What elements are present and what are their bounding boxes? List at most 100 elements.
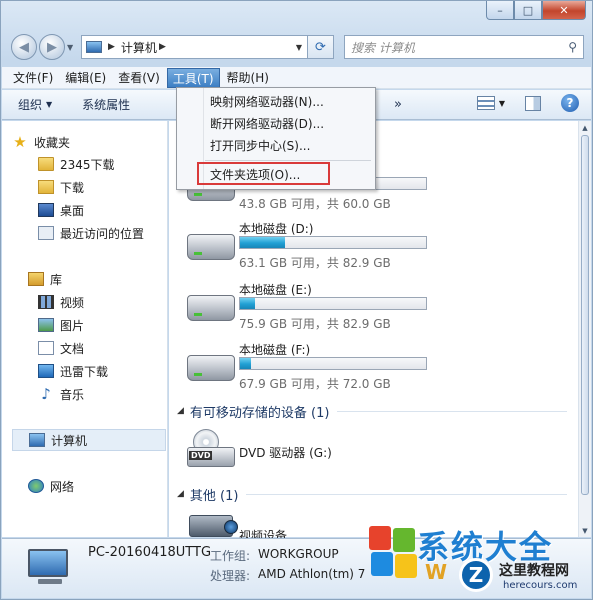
- dvd-drive-icon[interactable]: DVD: [187, 429, 237, 469]
- menu-view[interactable]: 查看(V): [113, 68, 165, 88]
- nav-computer[interactable]: 计算机: [12, 429, 166, 451]
- back-button[interactable]: ◀: [11, 34, 37, 60]
- drive-name: 本地磁盘 (F:): [239, 343, 311, 357]
- collapse-triangle-icon[interactable]: ◢: [177, 406, 184, 416]
- hard-drive-icon: [187, 234, 235, 260]
- drive-usage-bar: [239, 357, 427, 370]
- dvd-label: DVD: [189, 451, 213, 460]
- search-input[interactable]: 搜索 计算机 ⚲: [344, 35, 584, 59]
- drive-usage-fill: [240, 237, 285, 248]
- watermark-z-logo: Z: [459, 558, 493, 592]
- back-arrow-icon: ◀: [19, 39, 29, 55]
- group-other[interactable]: ◢ 其他 (1): [177, 484, 567, 504]
- computer-name: PC-20160418UTTG: [88, 545, 212, 560]
- menu-edit[interactable]: 编辑(E): [60, 68, 111, 88]
- search-placeholder: 搜索 计算机: [351, 40, 415, 55]
- close-button[interactable]: ✕: [542, 1, 586, 20]
- system-properties-label: 系统属性: [82, 98, 131, 112]
- dvd-drive-name[interactable]: DVD 驱动器 (G:): [239, 444, 332, 461]
- drive-usage-bar: [239, 236, 427, 249]
- nav-item-label: 桌面: [60, 203, 85, 218]
- preview-pane-icon[interactable]: [525, 95, 541, 111]
- thunder-download-icon: [38, 364, 54, 378]
- documents-library-icon: [38, 341, 54, 355]
- scroll-up-icon[interactable]: ▲: [579, 121, 591, 134]
- star-icon: ★: [13, 133, 27, 151]
- drive-free-space: 43.8 GB 可用，共 60.0 GB: [239, 197, 391, 211]
- nav-computer-label: 计算机: [51, 433, 88, 448]
- drive-name: 本地磁盘 (E:): [239, 283, 312, 297]
- computer-monitor-icon: [28, 549, 68, 577]
- minimize-button[interactable]: –: [486, 1, 514, 20]
- breadcrumb-computer[interactable]: 计算机: [121, 39, 157, 56]
- organize-button[interactable]: 组织 ▼: [18, 96, 52, 113]
- menu-item-map-network-drive[interactable]: 映射网络驱动器(N)...: [210, 92, 324, 112]
- nav-item-label: 文档: [60, 341, 85, 356]
- forward-arrow-icon: ▶: [47, 39, 57, 55]
- address-bar[interactable]: ▶ 计算机 ▶ ▼: [81, 35, 308, 59]
- address-dropdown-icon[interactable]: ▼: [296, 43, 302, 52]
- nav-item-label: 迅雷下载: [60, 364, 109, 379]
- system-properties-button[interactable]: 系统属性: [82, 96, 130, 113]
- workgroup-label: 工作组:: [210, 549, 251, 563]
- collapse-triangle-icon[interactable]: ◢: [177, 489, 184, 499]
- nav-libraries-label: 库: [50, 272, 63, 287]
- hard-drive-icon: [187, 355, 235, 381]
- drive-usage-fill: [240, 298, 255, 309]
- help-icon[interactable]: ?: [561, 94, 579, 112]
- video-camera-icon[interactable]: [189, 515, 238, 537]
- more-commands-button[interactable]: »: [394, 97, 402, 112]
- nav-favorites-label: 收藏夹: [34, 135, 71, 150]
- drive-e[interactable]: 本地磁盘 (E:) 75.9 GB 可用，共 82.9 GB: [187, 281, 567, 335]
- navigation-row: ◀ ▶ ▼ ▶ 计算机 ▶ ▼ ⟳ 搜索 计算机 ⚲: [11, 33, 584, 61]
- scrollbar-thumb[interactable]: [581, 135, 589, 495]
- tools-menu: 映射网络驱动器(N)... 断开网络驱动器(D)... 打开同步中心(S)...…: [176, 87, 376, 190]
- menu-help[interactable]: 帮助(H): [222, 68, 274, 88]
- nav-item-label: 视频: [60, 295, 85, 310]
- drive-free-space: 63.1 GB 可用，共 82.9 GB: [239, 256, 391, 270]
- group-removable-storage[interactable]: ◢ 有可移动存储的设备 (1): [177, 401, 567, 421]
- windows-flag-logo: [367, 524, 417, 578]
- caption-buttons: – □ ✕: [486, 1, 586, 20]
- downloads-folder-icon: [38, 180, 54, 194]
- menu-item-disconnect-network-drive[interactable]: 断开网络驱动器(D)...: [210, 114, 324, 134]
- vertical-scrollbar[interactable]: ▲ ▼: [578, 121, 591, 537]
- navigation-pane: ★ 收藏夹 2345下载 下载 桌面 最近访问的位置 库 视频 图片 文档 迅雷…: [2, 121, 168, 537]
- hard-drive-icon: [187, 295, 235, 321]
- chevron-right-icon[interactable]: ▶: [159, 42, 166, 52]
- computer-icon: [86, 41, 102, 53]
- change-view-icon[interactable]: [476, 96, 495, 110]
- nav-favorites[interactable]: ★ 收藏夹: [12, 131, 178, 153]
- drive-name: 本地磁盘 (D:): [239, 222, 314, 236]
- refresh-icon: ⟳: [315, 39, 326, 55]
- video-library-icon: [38, 295, 54, 309]
- nav-item-label: 2345下载: [60, 157, 115, 172]
- menu-separator: [205, 160, 371, 161]
- desktop-icon: [38, 203, 54, 217]
- menu-tools[interactable]: 工具(T): [166, 67, 220, 88]
- folder-icon: [38, 157, 54, 171]
- menu-file[interactable]: 文件(F): [8, 68, 58, 88]
- search-icon[interactable]: ⚲: [568, 40, 577, 54]
- chevron-right-icon[interactable]: ▶: [108, 42, 115, 52]
- menu-item-open-sync-center[interactable]: 打开同步中心(S)...: [210, 136, 310, 156]
- processor-label: 处理器:: [210, 569, 251, 583]
- view-dropdown-icon[interactable]: ▼: [499, 99, 505, 108]
- drive-d[interactable]: 本地磁盘 (D:) 63.1 GB 可用，共 82.9 GB: [187, 220, 567, 274]
- maximize-button[interactable]: □: [514, 1, 542, 20]
- watermark-w: W: [425, 560, 448, 584]
- recent-pages-dropdown[interactable]: ▼: [67, 43, 77, 52]
- workgroup-value: WORKGROUP: [258, 547, 339, 561]
- watermark-site-name: 这里教程网: [499, 563, 569, 579]
- music-note-icon: ♪: [41, 385, 51, 403]
- processor-value: AMD Athlon(tm) 7: [258, 567, 366, 581]
- forward-button[interactable]: ▶: [39, 34, 65, 60]
- group-label: 其他 (1): [189, 488, 239, 504]
- drive-free-space: 67.9 GB 可用，共 72.0 GB: [239, 377, 391, 391]
- recent-places-icon: [38, 226, 54, 240]
- organize-label: 组织: [18, 98, 43, 112]
- nav-item-label: 音乐: [60, 387, 85, 402]
- drive-f[interactable]: 本地磁盘 (F:) 67.9 GB 可用，共 72.0 GB: [187, 341, 567, 395]
- nav-item-label: 最近访问的位置: [60, 226, 145, 241]
- refresh-button[interactable]: ⟳: [308, 35, 334, 59]
